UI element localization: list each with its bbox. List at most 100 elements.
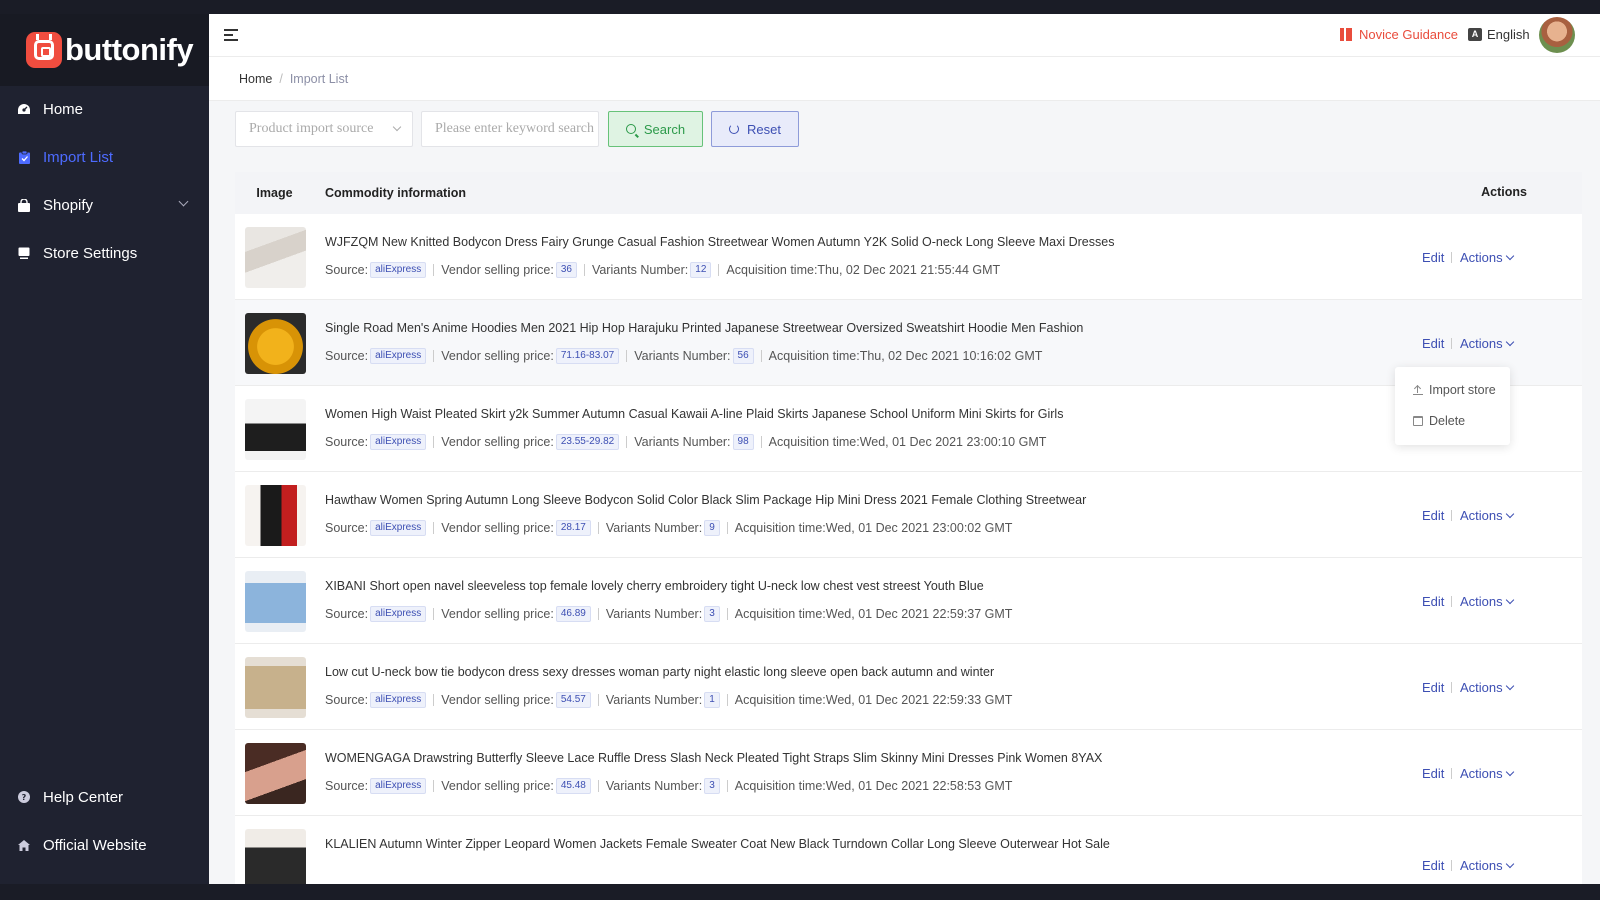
sidebar-item-import-list[interactable]: Import List [0,137,209,177]
acquisition-time: Wed, 01 Dec 2021 23:00:10 GMT [859,435,1047,449]
sidebar-item-label: Store Settings [43,244,138,262]
sidebar-item-official-website[interactable]: Official Website [0,825,209,865]
house-icon [17,838,31,852]
edit-link[interactable]: Edit [1422,336,1444,351]
acquisition-time: Wed, 01 Dec 2021 22:58:53 GMT [825,779,1013,793]
price-tag: 45.48 [555,778,591,794]
variants-tag: 3 [704,606,720,622]
sidebar-item-label: Home [43,100,84,118]
novice-guidance-label: Novice Guidance [1359,27,1458,42]
product-title[interactable]: KLALIEN Autumn Winter Zipper Leopard Wom… [325,837,1110,851]
breadcrumb-separator: / [279,71,283,86]
search-button[interactable]: Search [608,111,703,147]
translate-icon: A [1468,28,1482,41]
edit-link[interactable]: Edit [1422,766,1444,781]
breadcrumb-home[interactable]: Home [239,72,272,86]
sidebar-item-label: Official Website [43,836,147,854]
language-selector[interactable]: A English [1468,27,1530,42]
reset-button-label: Reset [747,121,781,137]
actions-dropdown[interactable]: Actions [1460,766,1514,781]
product-image[interactable] [245,571,306,632]
novice-guidance-link[interactable]: Novice Guidance [1340,27,1458,42]
edit-link[interactable]: Edit [1422,594,1444,609]
edit-link[interactable]: Edit [1422,680,1444,695]
source-tag: aliExpress [370,262,427,278]
menu-item-import-store[interactable]: Import store [1413,383,1496,397]
menu-item-delete[interactable]: Delete [1413,414,1465,428]
product-source-select[interactable]: Product import source [235,111,413,147]
actions-dropdown[interactable]: Actions [1460,250,1514,265]
table-row: Single Road Men's Anime Hoodies Men 2021… [235,300,1582,386]
top-header: Novice Guidance A English [209,14,1600,57]
avatar[interactable] [1539,17,1575,53]
chevron-down-icon [178,196,189,207]
acquisition-time: Wed, 01 Dec 2021 22:59:37 GMT [825,607,1013,621]
product-title[interactable]: Low cut U-neck bow tie bodycon dress sex… [325,665,994,679]
breadcrumb: Home / Import List [209,57,1600,101]
product-title[interactable]: XIBANI Short open navel sleeveless top f… [325,579,984,593]
sidebar-item-label: Import List [43,148,114,166]
table-row: Low cut U-neck bow tie bodycon dress sex… [235,644,1582,730]
bottom-band [0,884,1600,900]
product-meta: Source: aliExpress Vendor selling price: 4… [325,606,1013,622]
product-image[interactable] [245,657,306,718]
refresh-icon [729,124,740,134]
sidebar-item-home[interactable]: Home [0,89,209,129]
variants-tag: 9 [704,520,720,536]
product-meta: Source: aliExpress Vendor selling price: 3… [325,262,1001,278]
sidebar-item-store-settings[interactable]: Store Settings [0,233,209,273]
question-icon: ? [17,790,31,804]
product-image[interactable] [245,227,306,288]
product-title[interactable]: Single Road Men's Anime Hoodies Men 2021… [325,321,1083,335]
acquisition-time: Wed, 01 Dec 2021 22:59:33 GMT [825,693,1013,707]
chevron-down-icon [1505,509,1514,518]
chevron-down-icon [1505,251,1514,260]
variants-tag: 1 [704,692,720,708]
source-tag: aliExpress [370,434,427,450]
source-tag: aliExpress [370,348,427,364]
menu-toggle-icon[interactable] [224,29,238,41]
book-icon [1340,28,1352,41]
price-tag: 36 [555,262,577,278]
keyword-search-input[interactable] [421,111,599,147]
price-tag: 54.57 [555,692,591,708]
logo[interactable]: buttonify [0,14,209,86]
variants-tag: 98 [732,434,754,450]
product-image[interactable] [245,313,306,374]
edit-link[interactable]: Edit [1422,858,1444,873]
product-image[interactable] [245,829,306,884]
column-actions: Actions [1481,185,1527,199]
chevron-down-icon [1505,337,1514,346]
chevron-down-icon [1505,595,1514,604]
product-image[interactable] [245,743,306,804]
product-meta: Source: aliExpress Vendor selling price: 7… [325,348,1043,364]
variants-tag: 3 [704,778,720,794]
actions-dropdown[interactable]: Actions [1460,508,1514,523]
product-image[interactable] [245,485,306,546]
product-image[interactable] [245,399,306,460]
search-button-label: Search [643,121,686,137]
product-title[interactable]: Women High Waist Pleated Skirt y2k Summe… [325,407,1063,421]
actions-dropdown[interactable]: Actions [1460,594,1514,609]
sidebar-item-help-center[interactable]: ? Help Center [0,777,209,817]
top-band [0,0,1600,14]
actions-dropdown[interactable]: Actions [1460,858,1514,873]
product-title[interactable]: WJFZQM New Knitted Bodycon Dress Fairy G… [325,235,1114,249]
sidebar-item-label: Shopify [43,196,94,214]
import-list-table: Image Commodity information Actions WJFZ… [235,172,1582,884]
product-title[interactable]: WOMENGAGA Drawstring Butterfly Sleeve La… [325,751,1102,765]
actions-dropdown[interactable]: Actions [1460,336,1514,351]
edit-link[interactable]: Edit [1422,250,1444,265]
logo-icon [26,32,62,68]
chevron-down-icon [392,122,402,132]
actions-dropdown[interactable]: Actions [1460,680,1514,695]
reset-button[interactable]: Reset [711,111,799,147]
table-row: WJFZQM New Knitted Bodycon Dress Fairy G… [235,214,1582,300]
price-tag: 23.55-29.82 [555,434,620,450]
table-row: WOMENGAGA Drawstring Butterfly Sleeve La… [235,730,1582,816]
variants-tag: 56 [732,348,754,364]
edit-link[interactable]: Edit [1422,508,1444,523]
product-title[interactable]: Hawthaw Women Spring Autumn Long Sleeve … [325,493,1086,507]
table-row: XIBANI Short open navel sleeveless top f… [235,558,1582,644]
sidebar-item-shopify[interactable]: Shopify [0,185,209,225]
